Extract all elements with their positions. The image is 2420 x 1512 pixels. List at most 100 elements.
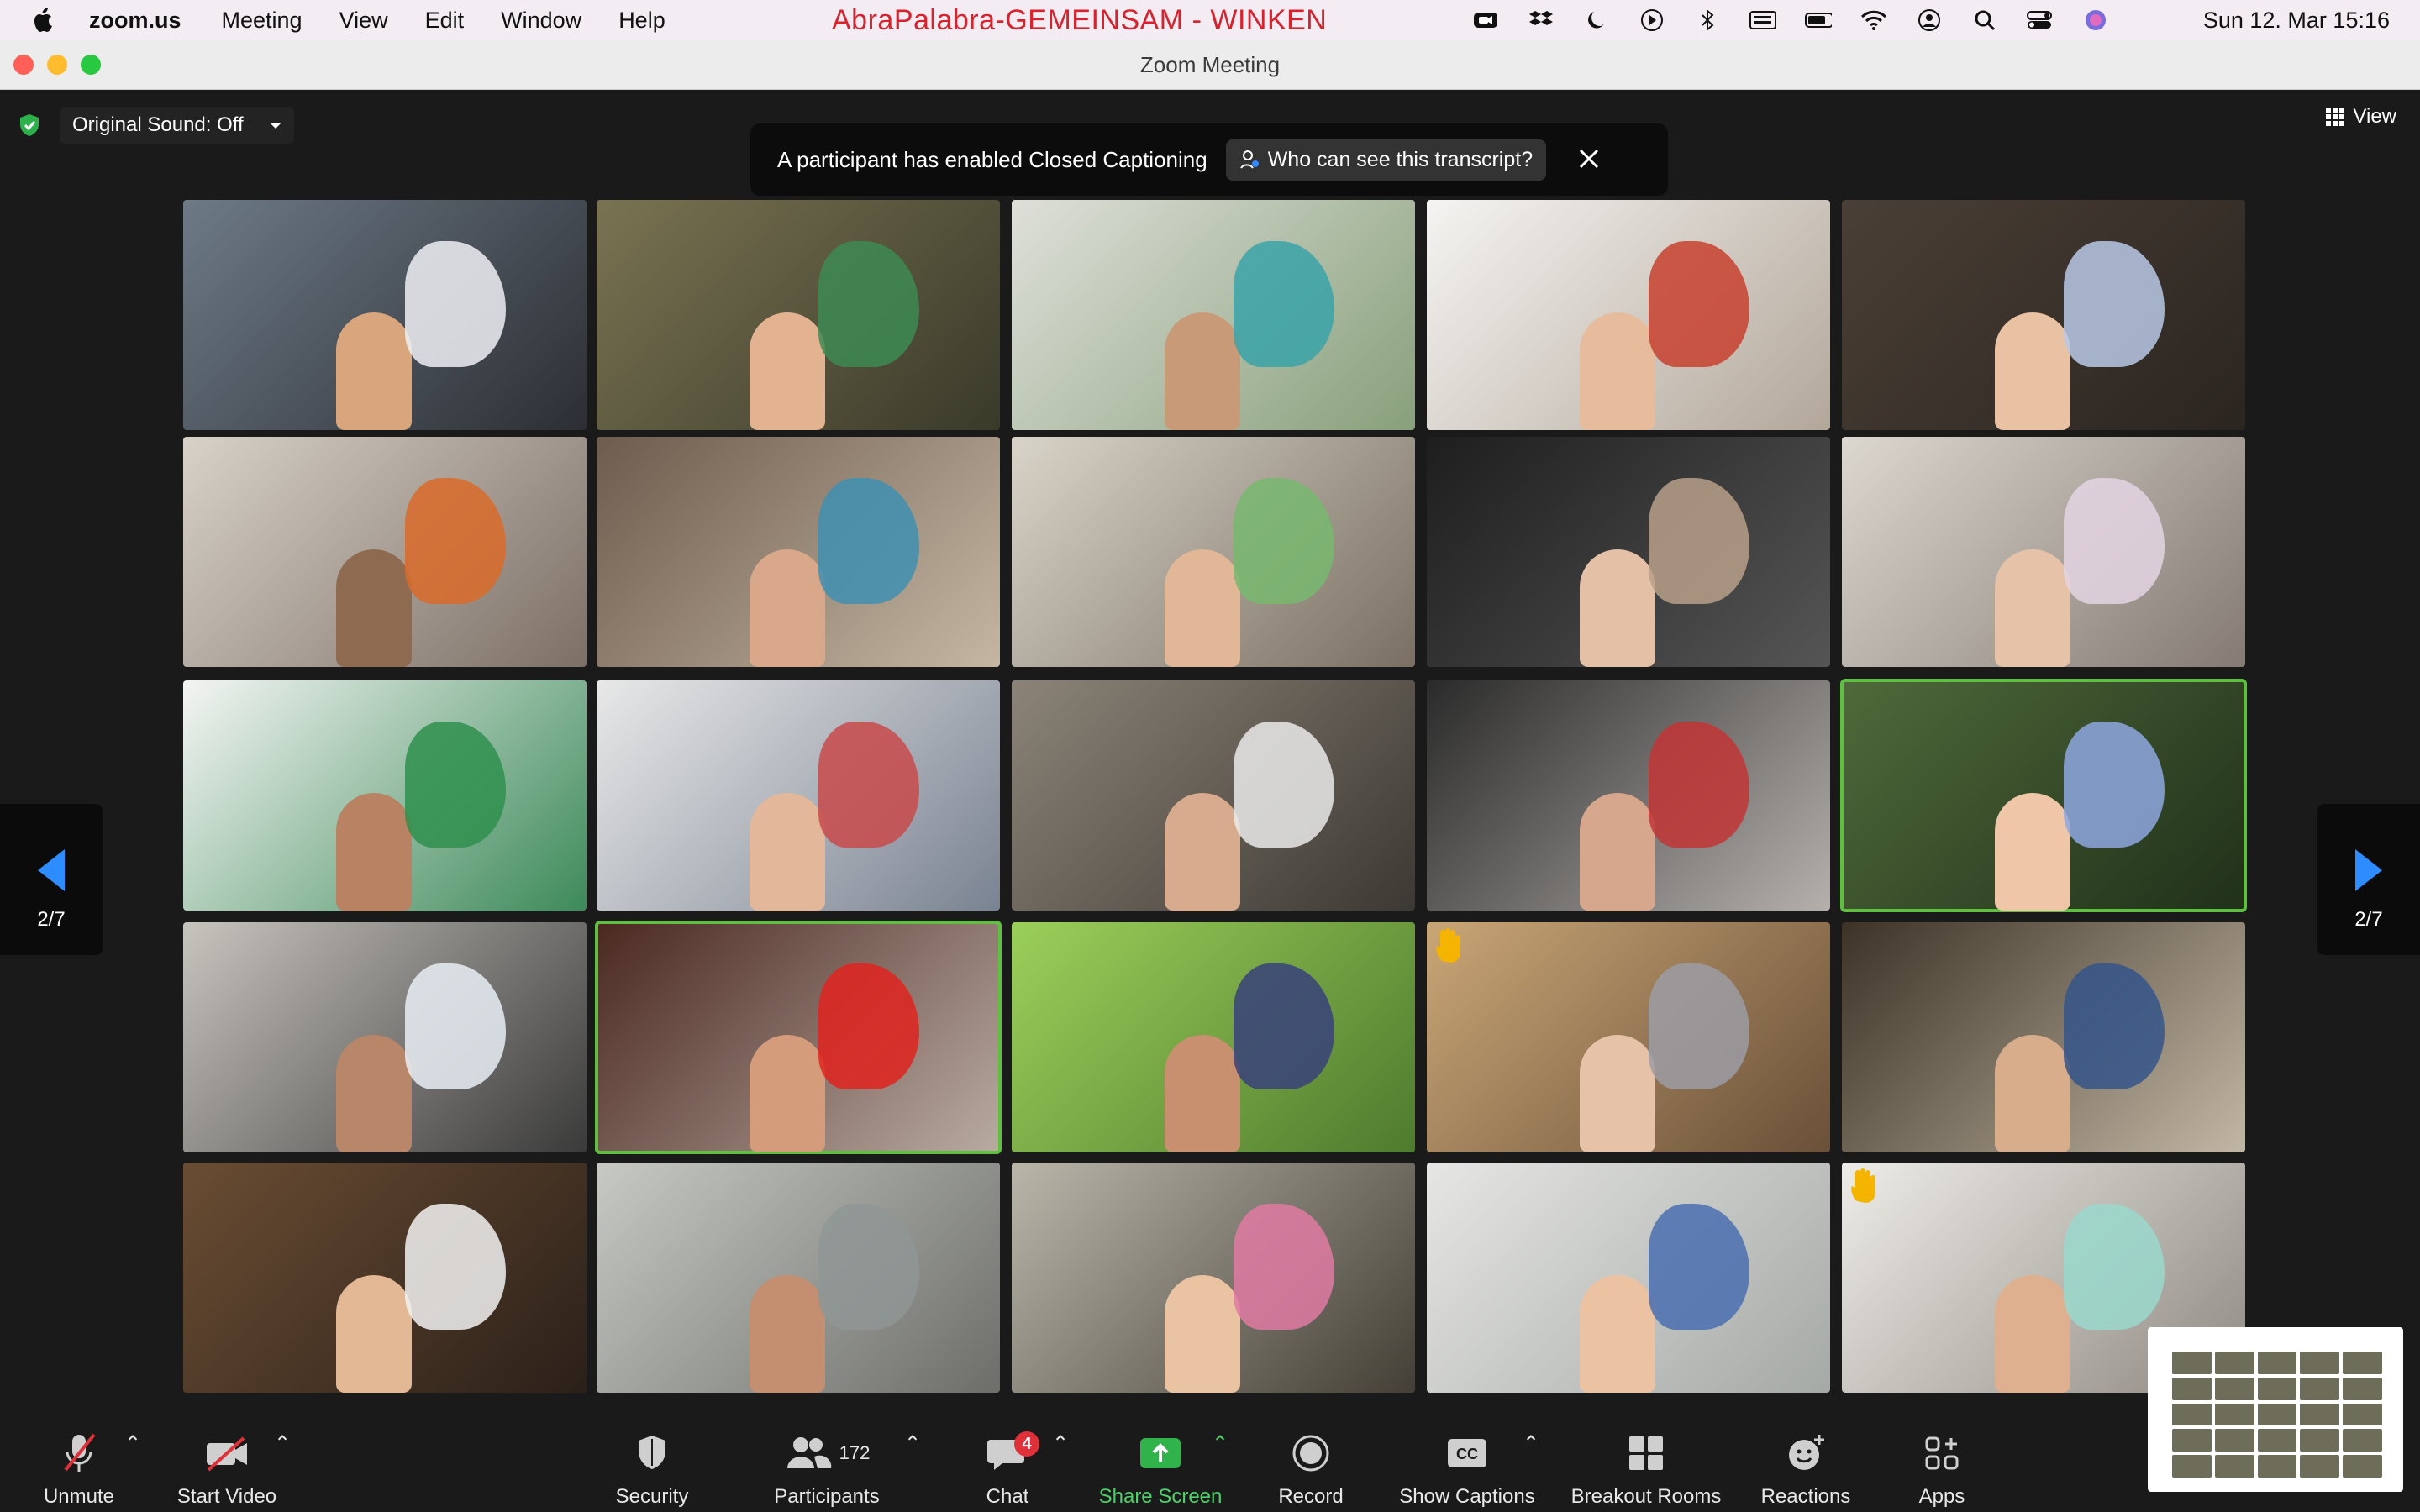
who-can-see-transcript-button[interactable]: Who can see this transcript?	[1225, 139, 1547, 181]
participant-video-tile[interactable]	[597, 680, 1000, 911]
view-button[interactable]: View	[2326, 105, 2396, 129]
show-captions-button[interactable]: CC Show Captions	[1395, 1431, 1539, 1509]
waving-cloth	[818, 241, 919, 368]
participant-video-tile[interactable]	[1012, 200, 1415, 430]
participant-video-tile[interactable]	[597, 200, 1000, 430]
zoom-camera-icon[interactable]	[1472, 8, 1499, 32]
participant-figure	[1995, 549, 2071, 667]
page-indicator: 2/7	[2354, 908, 2383, 931]
app-menu-zoom[interactable]: zoom.us	[89, 8, 182, 34]
participants-count: 172	[839, 1442, 871, 1463]
start-video-button[interactable]: Start Video	[173, 1431, 281, 1509]
siri-icon[interactable]	[2082, 8, 2109, 32]
participant-video-tile[interactable]	[183, 1163, 587, 1393]
menu-meeting[interactable]: Meeting	[222, 8, 302, 34]
wifi-icon[interactable]	[1860, 8, 1887, 32]
chat-options-chevron-icon[interactable]: ⌃	[1052, 1431, 1069, 1456]
waving-cloth	[818, 478, 919, 605]
window-title-bar: Zoom Meeting	[0, 40, 2420, 90]
participant-video-tile[interactable]	[1842, 437, 2245, 667]
participant-video-tile[interactable]	[1842, 200, 2245, 430]
menu-window[interactable]: Window	[501, 8, 581, 34]
share-options-chevron-icon[interactable]: ⌃	[1212, 1431, 1228, 1456]
participant-video-tile[interactable]	[1012, 680, 1415, 911]
chat-button[interactable]: 4 Chat	[975, 1431, 1040, 1509]
participant-video-tile[interactable]	[1842, 922, 2245, 1152]
previous-page-button[interactable]: 2/7	[0, 804, 103, 955]
bluetooth-icon[interactable]	[1694, 8, 1721, 32]
participant-video-tile[interactable]	[1427, 200, 1830, 430]
moon-icon[interactable]	[1583, 8, 1610, 32]
participant-video-tile[interactable]	[1427, 922, 1830, 1152]
participant-video-tile[interactable]	[597, 1163, 1000, 1393]
participant-video-tile[interactable]	[1012, 922, 1415, 1152]
video-options-chevron-icon[interactable]: ⌃	[274, 1431, 291, 1456]
participants-label: Participants	[774, 1485, 880, 1508]
security-button[interactable]: Security	[610, 1431, 694, 1509]
screen-share-preview-thumbnail[interactable]	[2148, 1327, 2403, 1492]
clock[interactable]: Sun 12. Mar 15:16	[2203, 0, 2390, 40]
participant-figure	[336, 549, 413, 667]
original-sound-toggle[interactable]: Original Sound: Off	[60, 107, 294, 144]
participant-video-tile[interactable]	[1012, 1163, 1415, 1393]
menu-view[interactable]: View	[339, 8, 388, 34]
play-circle-icon[interactable]	[1639, 8, 1665, 32]
share-screen-button[interactable]: Share Screen	[1096, 1431, 1225, 1509]
participant-video-tile[interactable]	[1840, 679, 2247, 912]
participant-figure	[1580, 793, 1656, 911]
participant-video-tile[interactable]	[595, 921, 1002, 1154]
encryption-shield-icon[interactable]	[17, 113, 42, 138]
participant-figure	[1165, 312, 1241, 430]
participants-button[interactable]: 172 Participants	[768, 1431, 886, 1509]
participant-figure	[1580, 1275, 1656, 1393]
captions-options-chevron-icon[interactable]: ⌃	[1523, 1431, 1539, 1456]
waving-cloth	[2064, 478, 2165, 605]
menu-edit[interactable]: Edit	[425, 8, 465, 34]
waving-cloth	[818, 722, 919, 848]
preview-grid	[2172, 1352, 2382, 1478]
participant-video-tile[interactable]	[183, 200, 587, 430]
battery-icon[interactable]	[1805, 8, 1832, 32]
closed-captioning-banner: A participant has enabled Closed Caption…	[750, 123, 1668, 196]
participant-video-tile[interactable]	[1012, 437, 1415, 667]
participant-figure	[1165, 1035, 1241, 1152]
record-button[interactable]: Record	[1274, 1431, 1348, 1509]
participants-options-chevron-icon[interactable]: ⌃	[904, 1431, 921, 1456]
participant-video-tile[interactable]	[597, 437, 1000, 667]
unmute-button[interactable]: Unmute	[39, 1431, 119, 1509]
menu-help[interactable]: Help	[618, 8, 666, 34]
waving-cloth	[2064, 241, 2165, 368]
participant-figure	[1995, 1035, 2071, 1152]
user-circle-icon[interactable]	[1916, 8, 1943, 32]
participant-video-tile[interactable]	[1427, 437, 1830, 667]
participant-figure	[1165, 793, 1241, 911]
control-center-icon[interactable]	[2027, 8, 2054, 32]
who-can-see-label: Who can see this transcript?	[1267, 147, 1534, 171]
next-page-button[interactable]: 2/7	[2317, 804, 2420, 955]
apps-button[interactable]: Apps	[1916, 1431, 1968, 1509]
breakout-rooms-button[interactable]: Breakout Rooms	[1568, 1431, 1724, 1509]
participant-video-tile[interactable]	[183, 680, 587, 911]
chat-unread-badge: 4	[1014, 1431, 1039, 1457]
reactions-button[interactable]: Reactions	[1758, 1431, 1854, 1509]
audio-options-chevron-icon[interactable]: ⌃	[124, 1431, 141, 1456]
dropbox-icon[interactable]	[1528, 8, 1555, 32]
raised-hand-icon	[1436, 928, 1460, 963]
participant-figure	[1580, 549, 1656, 667]
participant-video-tile[interactable]	[1427, 1163, 1830, 1393]
meeting-info-bar: Original Sound: Off	[17, 107, 294, 144]
participant-video-tile[interactable]	[1427, 680, 1830, 911]
participant-figure	[336, 312, 413, 430]
participant-figure	[1995, 312, 2071, 430]
participant-video-tile[interactable]	[183, 437, 587, 667]
keyboard-icon[interactable]	[1749, 8, 1776, 32]
close-icon[interactable]	[1578, 144, 1600, 176]
closed-captions-icon: CC	[1446, 1431, 1488, 1475]
spotlight-search-icon[interactable]	[1971, 8, 1998, 32]
apple-icon[interactable]	[30, 6, 57, 34]
waving-cloth	[405, 963, 506, 1090]
meeting-area: Original Sound: Off View A participant h…	[0, 90, 2420, 1421]
status-icons	[1472, 0, 2109, 40]
participant-video-tile[interactable]	[183, 922, 587, 1152]
video-off-icon	[203, 1431, 250, 1475]
